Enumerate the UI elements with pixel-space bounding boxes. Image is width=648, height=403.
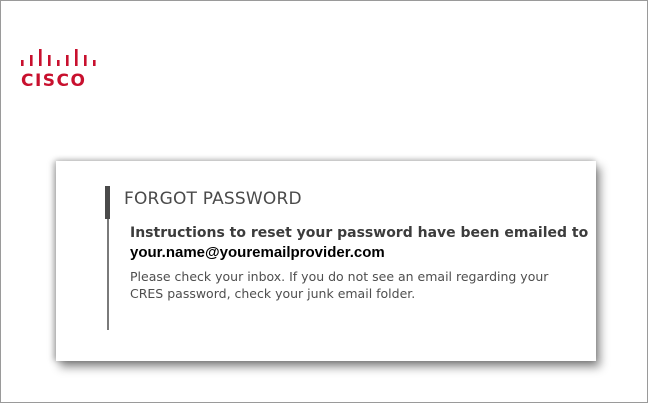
reset-instructions-text: Instructions to reset your password have… bbox=[130, 225, 589, 241]
forgot-password-panel: FORGOT PASSWORD Instructions to reset yo… bbox=[56, 161, 596, 361]
email-address: your.name@youremailprovider.com bbox=[130, 244, 385, 261]
check-inbox-message: Please check your inbox. If you do not s… bbox=[130, 269, 549, 301]
cisco-logo: CISCO bbox=[21, 49, 111, 95]
title-accent-bar bbox=[105, 186, 110, 219]
page-frame: CISCO FORGOT PASSWORD Instructions to re… bbox=[0, 0, 648, 403]
cisco-bridge-bars-icon bbox=[21, 49, 96, 66]
panel-title: FORGOT PASSWORD bbox=[124, 189, 302, 209]
cisco-wordmark: CISCO bbox=[21, 71, 87, 91]
reset-instructions-heading: Instructions to reset your password have… bbox=[130, 224, 590, 263]
